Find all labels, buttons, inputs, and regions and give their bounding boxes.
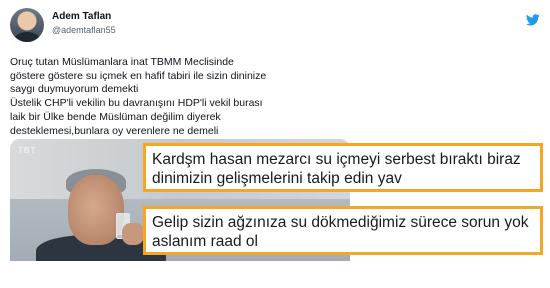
twitter-bird-icon [526,14,540,26]
author-name[interactable]: Adem Taflan [52,11,111,22]
tweet-text: Oruç tutan Müslümanlara inat TBMM Meclis… [10,56,267,137]
reply-quote-1: Kardşm hasan mezarcı su içmeyi serbest b… [143,143,543,192]
avatar-shirt [14,32,40,42]
reply-quote-2: Gelip sizin ağzınıza su dökmediğimiz sür… [143,206,543,255]
author-handle[interactable]: @ademtaflan55 [52,25,116,35]
tv-channel-logo: TBT [18,146,37,155]
avatar[interactable] [10,8,44,42]
media-person-hand [122,223,144,245]
